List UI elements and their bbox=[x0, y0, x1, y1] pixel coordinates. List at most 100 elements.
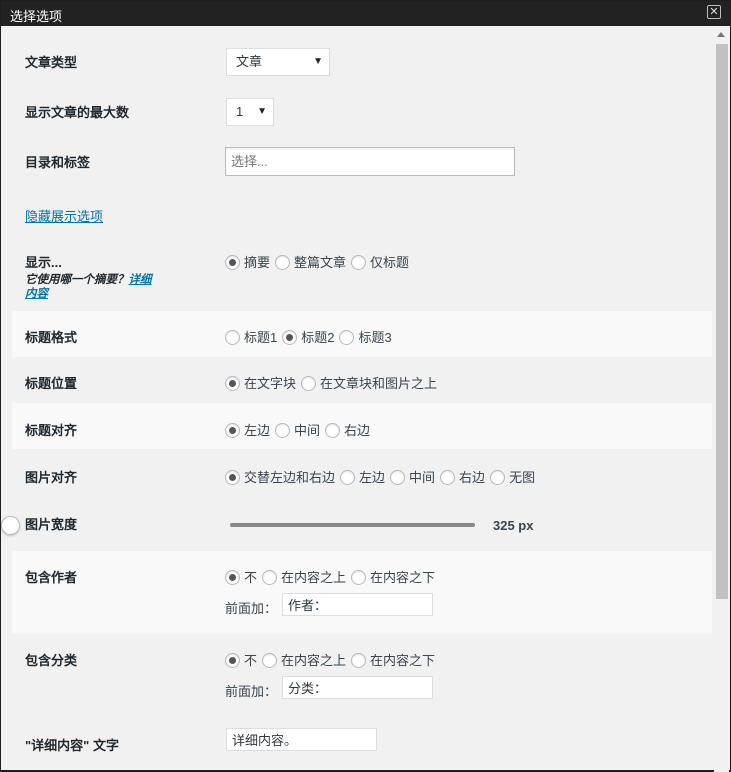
title-position-option[interactable]: 在文字块 bbox=[225, 373, 296, 392]
radio-button-icon[interactable] bbox=[275, 255, 291, 270]
author-prefix-input[interactable] bbox=[282, 593, 433, 616]
post-type-select[interactable]: 文章 ▼ bbox=[226, 48, 330, 76]
include-category-option[interactable]: 在内容之上 bbox=[262, 650, 346, 669]
row-image-align: 图片对齐 交替左边和右边 左边 中间 右边 无图 bbox=[12, 449, 712, 497]
row-title-format: 标题格式 标题1 标题2 标题3 bbox=[12, 311, 712, 357]
radio-button-icon[interactable] bbox=[225, 255, 240, 270]
title-align-option[interactable]: 中间 bbox=[275, 420, 320, 439]
scroll-up-arrow-icon[interactable] bbox=[717, 32, 725, 37]
dialog-content: 文章类型 文章 ▼ 显示文章的最大数 1 ▼ 目录和标签 隐藏展示选项 显示..… bbox=[1, 26, 715, 772]
radio-button-icon[interactable] bbox=[301, 376, 317, 391]
image-align-option[interactable]: 左边 bbox=[340, 467, 385, 486]
title-align-option[interactable]: 右边 bbox=[325, 420, 370, 439]
categories-tags-input[interactable] bbox=[225, 147, 515, 176]
read-more-label: "详细内容" 文字 bbox=[25, 738, 119, 753]
radio-option-label: 在内容之下 bbox=[370, 570, 436, 585]
image-width-slider-track[interactable] bbox=[230, 523, 475, 527]
category-prefix-input[interactable] bbox=[282, 676, 433, 699]
radio-option-label: 在内容之下 bbox=[370, 653, 436, 668]
include-author-option[interactable]: 不 bbox=[225, 567, 257, 586]
scrollbar-thumb[interactable] bbox=[716, 44, 728, 599]
title-position-radio-group: 在文字块 在文章块和图片之上 bbox=[225, 373, 442, 392]
radio-button-icon[interactable] bbox=[225, 653, 240, 668]
radio-option-label: 右边 bbox=[344, 423, 371, 438]
radio-option-label: 仅标题 bbox=[370, 255, 410, 270]
image-align-option[interactable]: 右边 bbox=[440, 467, 485, 486]
radio-option-label: 在文字块 bbox=[244, 376, 297, 391]
include-author-option[interactable]: 在内容之上 bbox=[262, 567, 346, 586]
include-category-radio-group: 不 在内容之上 在内容之下 bbox=[225, 650, 440, 669]
row-post-type: 文章类型 文章 ▼ bbox=[12, 26, 712, 76]
image-width-slider-handle[interactable] bbox=[1, 516, 20, 535]
include-category-option[interactable]: 不 bbox=[225, 650, 257, 669]
radio-button-icon[interactable] bbox=[351, 570, 367, 585]
title-format-label: 标题格式 bbox=[25, 330, 78, 345]
title-align-radio-group: 左边 中间 右边 bbox=[225, 420, 375, 439]
title-format-option[interactable]: 标题1 bbox=[225, 327, 277, 346]
radio-button-icon[interactable] bbox=[325, 423, 341, 438]
title-format-radio-group: 标题1 标题2 标题3 bbox=[225, 327, 397, 346]
read-more-input[interactable] bbox=[226, 728, 377, 751]
row-read-more: "详细内容" 文字 bbox=[12, 719, 712, 772]
title-position-option[interactable]: 在文章块和图片之上 bbox=[301, 373, 437, 392]
title-align-option[interactable]: 左边 bbox=[225, 420, 270, 439]
radio-button-icon[interactable] bbox=[225, 376, 240, 391]
radio-option-label: 标题3 bbox=[358, 330, 392, 345]
display-option[interactable]: 整篇文章 bbox=[275, 252, 346, 271]
radio-button-icon[interactable] bbox=[225, 470, 240, 485]
radio-option-label: 不 bbox=[244, 653, 258, 668]
radio-option-label: 右边 bbox=[459, 470, 486, 485]
max-posts-value: 1 bbox=[236, 104, 244, 119]
radio-button-icon[interactable] bbox=[390, 470, 406, 485]
display-radio-group: 摘要 整篇文章 仅标题 bbox=[225, 252, 414, 271]
row-include-category: 包含分类 不 在内容之上 在内容之下 前面加： bbox=[12, 634, 712, 719]
radio-option-label: 左边 bbox=[359, 470, 386, 485]
title-format-option[interactable]: 标题3 bbox=[339, 327, 392, 346]
include-category-option[interactable]: 在内容之下 bbox=[351, 650, 435, 669]
image-align-option[interactable]: 无图 bbox=[490, 467, 535, 486]
radio-button-icon[interactable] bbox=[339, 330, 355, 345]
display-help-text: 它使用哪一个摘要？ bbox=[25, 274, 129, 286]
image-align-option[interactable]: 交替左边和右边 bbox=[225, 467, 335, 486]
radio-button-icon[interactable] bbox=[440, 470, 456, 485]
radio-button-icon[interactable] bbox=[351, 255, 367, 270]
radio-button-icon[interactable] bbox=[282, 330, 298, 345]
radio-button-icon[interactable] bbox=[225, 330, 240, 345]
max-posts-select[interactable]: 1 ▼ bbox=[226, 98, 274, 126]
radio-button-icon[interactable] bbox=[275, 423, 291, 438]
radio-button-icon[interactable] bbox=[262, 570, 278, 585]
hide-display-options-link[interactable]: 隐藏展示选项 bbox=[25, 206, 103, 225]
radio-button-icon[interactable] bbox=[340, 470, 356, 485]
post-type-value: 文章 bbox=[236, 54, 263, 69]
radio-button-icon[interactable] bbox=[490, 470, 506, 485]
radio-option-label: 中间 bbox=[409, 470, 436, 485]
radio-option-label: 无图 bbox=[509, 470, 536, 485]
close-button[interactable]: ✕ bbox=[707, 5, 721, 19]
title-align-label: 标题对齐 bbox=[25, 423, 78, 438]
dialog-titlebar: 选择选项 ✕ bbox=[1, 1, 731, 26]
include-author-radio-group: 不 在内容之上 在内容之下 bbox=[225, 567, 440, 586]
title-format-option[interactable]: 标题2 bbox=[282, 327, 334, 346]
radio-button-icon[interactable] bbox=[225, 423, 240, 438]
radio-button-icon[interactable] bbox=[351, 653, 367, 668]
image-width-value: 325 px bbox=[493, 518, 534, 533]
options-dialog: 选择选项 ✕ 文章类型 文章 ▼ 显示文章的最大数 1 ▼ 目录和标签 选择..… bbox=[0, 0, 731, 772]
radio-option-label: 不 bbox=[244, 570, 258, 585]
row-max-posts: 显示文章的最大数 1 ▼ bbox=[12, 76, 712, 126]
radio-button-icon[interactable] bbox=[225, 570, 240, 585]
radio-button-icon[interactable] bbox=[262, 653, 278, 668]
display-help: 它使用哪一个摘要？详细内容 bbox=[25, 273, 155, 301]
post-type-label: 文章类型 bbox=[25, 55, 78, 70]
radio-option-label: 中间 bbox=[294, 423, 321, 438]
image-align-option[interactable]: 中间 bbox=[390, 467, 435, 486]
include-author-option[interactable]: 在内容之下 bbox=[351, 567, 435, 586]
radio-option-label: 在内容之上 bbox=[281, 653, 347, 668]
radio-option-label: 交替左边和右边 bbox=[244, 470, 336, 485]
display-label: 显示... bbox=[25, 255, 62, 270]
display-option[interactable]: 摘要 bbox=[225, 252, 270, 271]
scrollbar[interactable] bbox=[714, 26, 729, 772]
display-option[interactable]: 仅标题 bbox=[351, 252, 409, 271]
radio-option-label: 摘要 bbox=[244, 255, 271, 270]
row-title-position: 标题位置 在文字块 在文章块和图片之上 bbox=[12, 357, 712, 403]
close-icon: ✕ bbox=[709, 6, 719, 18]
